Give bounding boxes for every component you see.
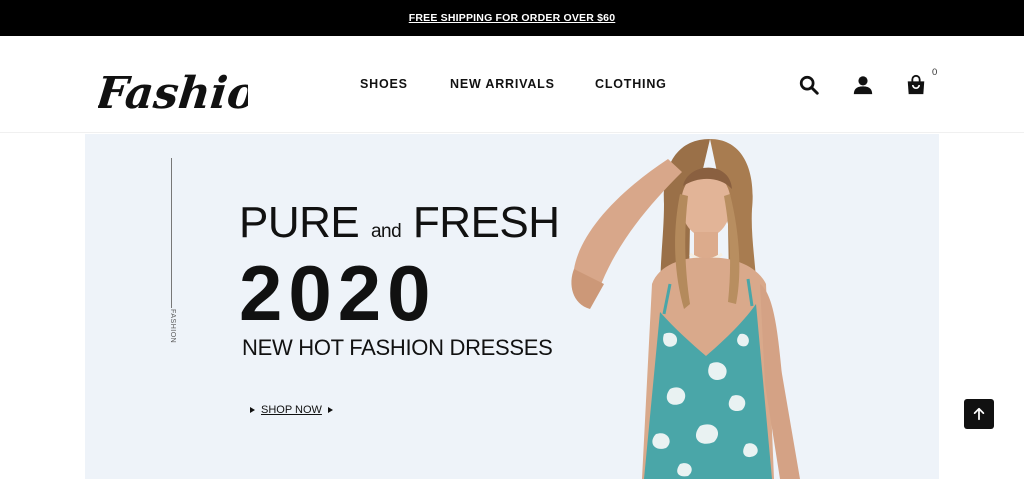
arrow-up-icon [973,407,985,421]
shop-now-button[interactable]: SHOP NOW [250,404,333,416]
cart-count-badge: 0 [932,67,938,78]
svg-text:Fashion: Fashion [98,68,248,119]
model-photo [571,139,800,479]
hero-headline: PURE and FRESH [239,198,560,248]
headline-word-fresh: FRESH [412,198,560,247]
search-icon[interactable] [798,74,820,96]
headline-word-pure: PURE [239,198,360,247]
brand-logo[interactable]: Fashion [92,60,291,120]
hero-banner: FASHION PURE and FRESH 2020 NEW HOT FASH… [85,134,939,479]
triangle-right-icon [327,407,333,413]
nav-item-shoes[interactable]: SHOES [360,77,420,91]
fashion-logo-icon: Fashion [92,68,291,119]
hero-subtitle: NEW HOT FASHION DRESSES [242,335,553,360]
hero-year: 2020 [239,249,437,337]
scroll-to-top-button[interactable] [964,399,994,429]
decorative-divider [171,158,172,308]
shopping-bag-icon[interactable] [905,74,927,96]
free-shipping-link[interactable]: FREE SHIPPING FOR ORDER OVER $60 [409,12,616,24]
side-label: FASHION [169,309,176,344]
nav-item-clothing[interactable]: CLOTHING [595,77,675,91]
shop-now-label: SHOP NOW [261,404,322,416]
triangle-right-icon [250,407,255,413]
user-icon[interactable] [852,74,874,96]
headline-word-and: and [370,221,402,242]
announcement-bar: FREE SHIPPING FOR ORDER OVER $60 [0,0,1024,36]
nav-item-new-arrivals[interactable]: NEW ARRIVALS [450,77,560,91]
